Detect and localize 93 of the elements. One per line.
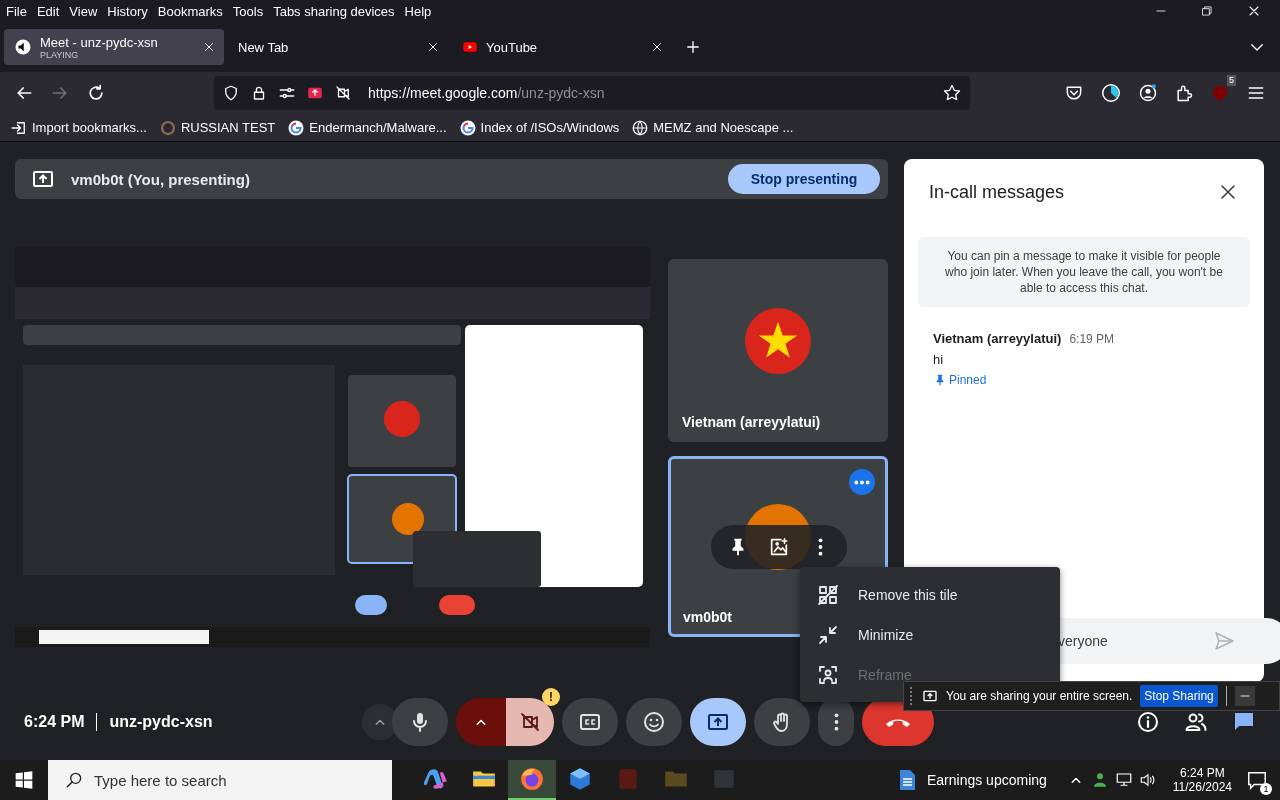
news-widget[interactable]: Earnings upcoming <box>894 768 1047 792</box>
info-icon <box>1136 710 1160 734</box>
browser-tab[interactable]: New Tab <box>228 29 448 65</box>
panel-title: In-call messages <box>929 181 1065 203</box>
windows-icon[interactable] <box>14 770 34 790</box>
tab-title: Meet - unz-pydc-xsn <box>40 34 159 50</box>
address-bar[interactable]: https://meet.google.com/unz-pydc-xsn <box>214 76 970 110</box>
timer-icon[interactable] <box>1100 82 1122 104</box>
pinned-label: Pinned <box>949 373 987 387</box>
network-icon[interactable] <box>1114 771 1133 789</box>
menu-item[interactable]: History <box>107 3 148 19</box>
sharing-notice: You are sharing your entire screen. <box>946 689 1133 703</box>
notifications-icon[interactable] <box>1246 769 1268 791</box>
close-icon[interactable] <box>426 40 440 54</box>
minimize-icon <box>816 623 840 647</box>
new-tab-icon[interactable] <box>684 38 702 56</box>
participant-name: vm0b0t <box>683 609 733 625</box>
volume-icon[interactable] <box>1138 771 1157 789</box>
menu-item[interactable]: View <box>69 3 98 19</box>
meeting-time: 6:24 PM <box>24 713 85 731</box>
meeting-code: unz-pydc-xsn <box>109 713 213 731</box>
message-text: hi <box>932 352 945 367</box>
menu-item[interactable]: Edit <box>36 3 60 19</box>
more-options-button[interactable] <box>849 469 875 495</box>
extensions-icon[interactable] <box>1174 83 1194 103</box>
speaker-icon[interactable] <box>14 38 32 56</box>
camera-off-icon[interactable] <box>334 84 352 102</box>
menu-item[interactable]: Bookmarks <box>157 3 223 19</box>
tab-title: New Tab <box>238 39 290 55</box>
camera-off-icon <box>518 710 542 734</box>
grid-slash-icon <box>816 583 840 607</box>
account-icon[interactable] <box>1138 83 1158 103</box>
info-notice: You can pin a message to make it visible for people who join later. When you leave the call, you won't be able to access this chat. <box>918 237 1250 307</box>
url-text[interactable]: https://meet.google.com/unz-pydc-xsn <box>368 85 605 101</box>
drag-handle[interactable] <box>910 687 914 705</box>
close-icon[interactable] <box>202 40 216 54</box>
g-logo-icon <box>458 118 477 137</box>
bookmark[interactable]: Endermanch/Malware... <box>287 118 447 137</box>
restore-icon[interactable] <box>1200 4 1214 18</box>
video-tile[interactable]: Vietnam (arreyylatui) <box>668 259 888 442</box>
play-icon <box>462 39 478 55</box>
phone-icon <box>886 717 910 727</box>
more-icon <box>817 538 823 556</box>
camera-button[interactable] <box>506 698 554 746</box>
count-badge: 5 <box>1227 75 1236 86</box>
message-author: Vietnam (arreyylatui) <box>933 331 1062 346</box>
globe-icon <box>631 118 650 137</box>
count-badge: 1 <box>1260 783 1272 795</box>
g-logo-icon <box>287 118 306 137</box>
bookmark[interactable]: MEMZ and Noescape ... <box>631 118 794 137</box>
taskbar-app[interactable] <box>508 760 556 800</box>
ring-icon <box>158 118 177 137</box>
bookmark[interactable]: Import bookmarks... <box>10 118 147 137</box>
reactions-button[interactable] <box>626 698 682 746</box>
warning-badge: ! <box>542 688 560 706</box>
hide-button[interactable] <box>1234 686 1255 706</box>
more-icon <box>833 713 839 731</box>
more-icon <box>854 479 870 485</box>
stop-presenting-button[interactable]: Stop presenting <box>728 164 880 194</box>
clock-date[interactable]: 11/26/2024 <box>1172 780 1232 794</box>
reload-icon[interactable] <box>86 83 106 103</box>
present-icon <box>922 688 938 704</box>
message-time: 6:19 PM <box>1069 332 1115 346</box>
clock-time[interactable]: 6:24 PM <box>1180 766 1225 780</box>
presenter-label: vm0b0t (You, presenting) <box>71 170 250 188</box>
present-button[interactable] <box>690 698 746 746</box>
participant-name: Vietnam (arreyylatui) <box>682 414 821 430</box>
search-field[interactable]: Type here to search <box>48 760 392 800</box>
tab-title: YouTube <box>486 39 539 55</box>
menu-item[interactable]: File <box>6 3 27 19</box>
browser-icon <box>519 766 545 792</box>
menu-item[interactable]: Tools <box>232 3 264 19</box>
copilot-icon <box>423 766 449 792</box>
emoji-icon <box>642 710 666 734</box>
menu-item[interactable]: Help <box>404 3 432 19</box>
star-icon[interactable] <box>942 83 962 103</box>
menu-item[interactable]: Tabs sharing devices <box>273 3 395 19</box>
bookmark[interactable]: RUSSIAN TEST <box>158 118 276 137</box>
browser-tab[interactable]: YouTube <box>452 29 672 65</box>
tab-subtitle: PLAYING <box>40 49 80 60</box>
stop-sharing-button[interactable]: Stop Sharing <box>1140 685 1218 707</box>
shield-icon[interactable] <box>222 84 240 102</box>
bookmark[interactable]: Index of /ISOs/Windows <box>458 118 620 137</box>
reframe-icon <box>816 663 840 687</box>
captions-button[interactable] <box>562 698 618 746</box>
search-icon <box>64 770 84 790</box>
browser-tab[interactable]: Meet - unz-pydc-xsn PLAYING <box>4 29 224 65</box>
close-icon[interactable] <box>650 40 664 54</box>
cube-icon <box>567 766 593 792</box>
image-sparkle-icon <box>768 536 790 558</box>
raise-hand-button[interactable] <box>754 698 810 746</box>
star-avatar <box>745 307 811 374</box>
microphone-button[interactable] <box>392 698 448 746</box>
